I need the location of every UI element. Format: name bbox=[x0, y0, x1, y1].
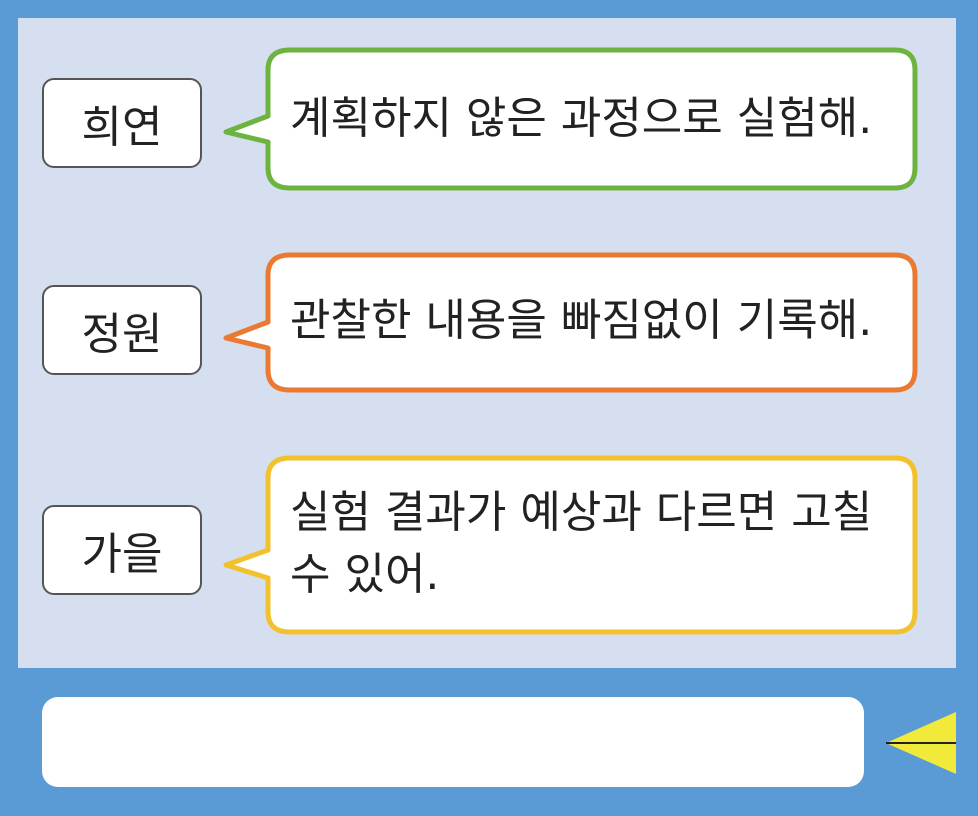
chat-window: 희연 정원 가을 계획하지 않은 과정으로 실험해. 관찰한 내용을 빠짐없이 … bbox=[0, 0, 978, 816]
message-text-2: 관찰한 내용을 빠짐없이 기록해. bbox=[290, 295, 873, 346]
message-text-1: 계획하지 않은 과정으로 실험해. bbox=[290, 93, 873, 144]
message-input[interactable] bbox=[42, 697, 864, 787]
message-text-3: 실험 결과가 예상과 다르면 고칠 수 있어. bbox=[290, 487, 873, 600]
send-button[interactable] bbox=[882, 700, 962, 780]
send-arrow-icon bbox=[886, 712, 956, 774]
speaker-name-1: 희연 bbox=[42, 78, 202, 168]
speaker-name-3: 가을 bbox=[42, 505, 202, 595]
speaker-name-2: 정원 bbox=[42, 285, 202, 375]
